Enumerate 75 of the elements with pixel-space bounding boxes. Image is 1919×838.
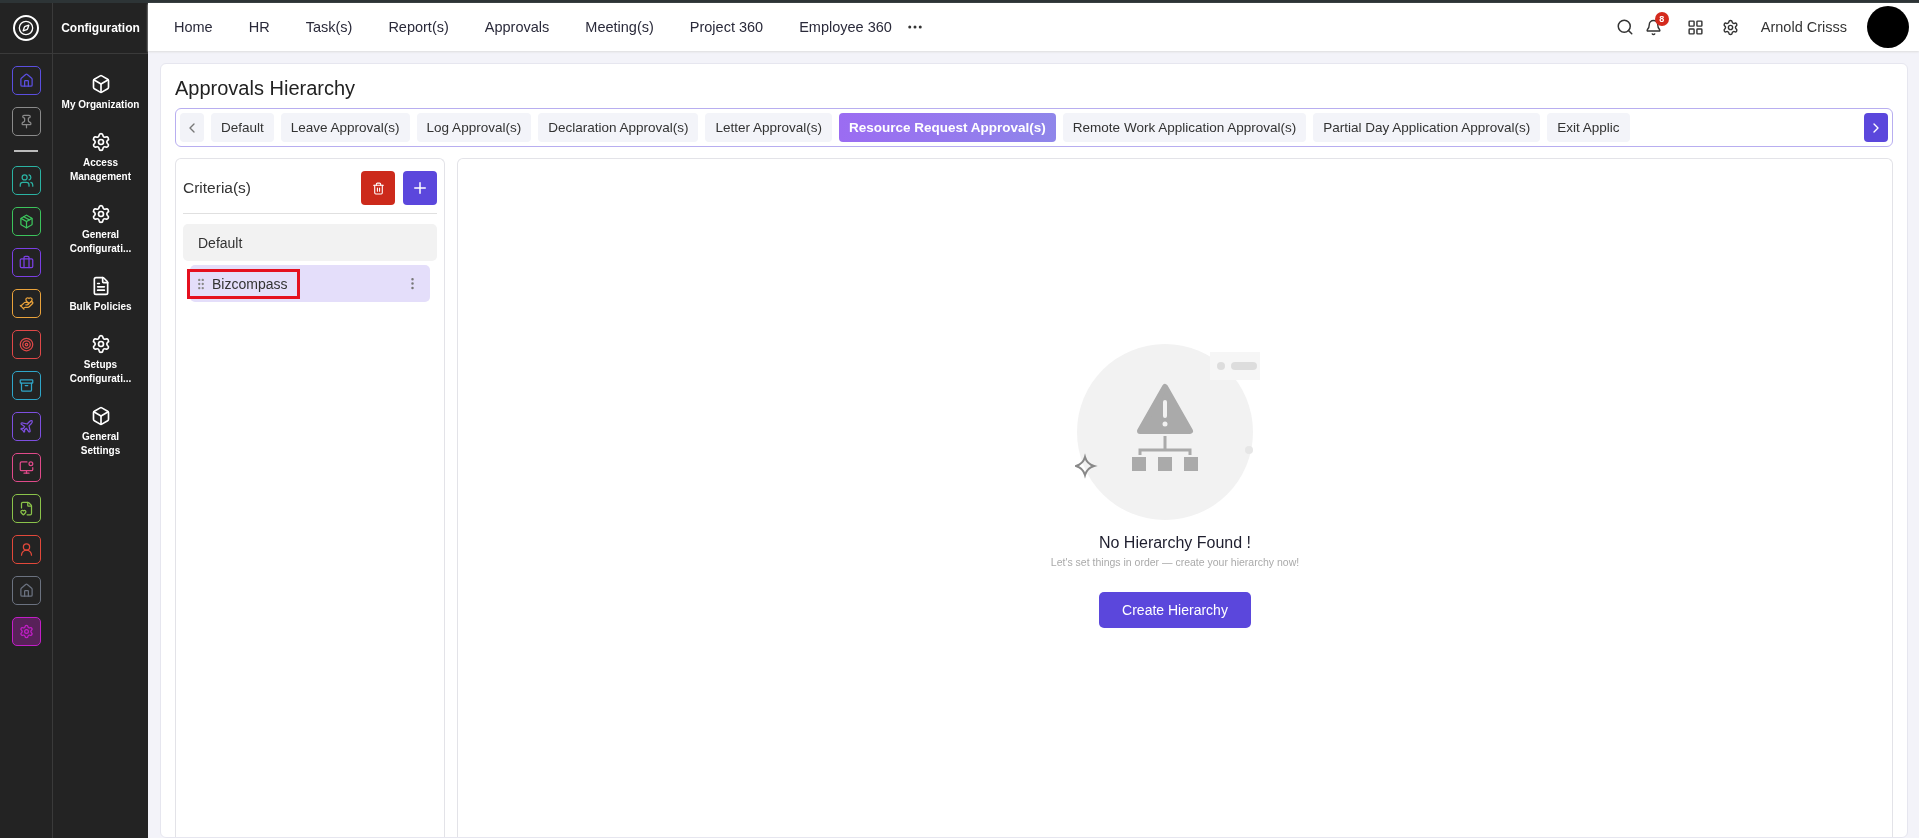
- rail-button[interactable]: [11, 206, 41, 236]
- box-icon[interactable]: [90, 406, 111, 426]
- hand-heart-icon: [18, 295, 34, 311]
- target-icon: [18, 336, 34, 352]
- sidebar-item[interactable]: General Configurati...: [61, 228, 140, 256]
- sidebar-item[interactable]: Bulk Policies: [61, 300, 140, 314]
- page-title: Approvals Hierarchy: [175, 77, 357, 100]
- criteria-item[interactable]: Bizcompass: [190, 265, 430, 302]
- rail-button[interactable]: [11, 165, 41, 195]
- add-button[interactable]: [403, 171, 437, 205]
- nav-link[interactable]: Meeting(s): [585, 19, 654, 35]
- sidebar-item[interactable]: General Settings: [61, 430, 140, 458]
- rail-button[interactable]: [11, 534, 41, 564]
- tab[interactable]: Default: [211, 113, 274, 142]
- sidebar-item[interactable]: Access Management: [61, 156, 140, 184]
- apps-button[interactable]: [1686, 18, 1704, 36]
- compass-logo: [13, 15, 39, 41]
- delete-button[interactable]: [361, 171, 395, 205]
- scroll-right-button[interactable]: [1864, 113, 1888, 142]
- plane-icon: [18, 418, 34, 434]
- rail-button[interactable]: [11, 329, 41, 359]
- tab[interactable]: Letter Approval(s): [705, 113, 833, 142]
- criteria-title: Criteria(s): [183, 179, 253, 197]
- gear-icon: [18, 623, 34, 639]
- package-icon: [18, 213, 34, 229]
- rail-button[interactable]: [11, 288, 41, 318]
- criteria-label: Default: [198, 234, 244, 251]
- nav-link[interactable]: Report(s): [388, 19, 449, 35]
- trash-icon: [371, 181, 385, 195]
- tab[interactable]: Declaration Approval(s): [538, 113, 699, 142]
- sidebar-item[interactable]: Setups Configurati...: [61, 358, 140, 386]
- tab[interactable]: Partial Day Application Approval(s): [1313, 113, 1541, 142]
- gear-icon[interactable]: [90, 132, 111, 152]
- rail-button[interactable]: [11, 452, 41, 482]
- gear-icon[interactable]: [90, 204, 111, 224]
- criteria-label: Bizcompass: [212, 275, 288, 292]
- tab[interactable]: Remote Work Application Approval(s): [1062, 113, 1307, 142]
- rail-button[interactable]: [11, 107, 41, 136]
- nav-link[interactable]: Task(s): [305, 19, 353, 35]
- briefcase-icon: [18, 254, 34, 270]
- user-icon: [18, 541, 34, 557]
- house-icon: [18, 582, 34, 598]
- nav-link[interactable]: Home: [174, 19, 213, 35]
- monitor-icon: [18, 459, 34, 475]
- nav-link[interactable]: Employee 360: [799, 19, 892, 35]
- rail-button[interactable]: [11, 370, 41, 400]
- tab[interactable]: Log Approval(s): [416, 113, 532, 142]
- rail-button[interactable]: [11, 493, 41, 523]
- sidebar-item[interactable]: My Organization: [61, 98, 140, 112]
- archive-icon: [18, 377, 34, 393]
- pin-icon: [18, 114, 34, 129]
- empty-subtitle: Let's set things in order — create your hierarchy now!: [1050, 556, 1300, 568]
- people-icon: [18, 172, 34, 188]
- notifications-button[interactable]: 8: [1644, 11, 1669, 36]
- tab[interactable]: Leave Approval(s): [280, 113, 410, 142]
- notification-badge: 8: [1654, 11, 1669, 26]
- nav-link[interactable]: Project 360: [689, 19, 764, 35]
- file-icon: [18, 500, 34, 516]
- plus-icon: [411, 179, 429, 197]
- tab[interactable]: Exit Applic: [1547, 113, 1630, 142]
- nav-link[interactable]: Approvals: [484, 19, 550, 35]
- empty-title: No Hierarchy Found !: [1098, 534, 1252, 552]
- gear-icon[interactable]: [90, 334, 111, 354]
- create-hierarchy-button[interactable]: Create Hierarchy: [1099, 592, 1251, 628]
- settings-button[interactable]: [1721, 18, 1739, 36]
- rail-button[interactable]: [11, 616, 41, 646]
- criteria-item[interactable]: Default: [183, 224, 437, 261]
- search-button[interactable]: [1615, 18, 1634, 36]
- box-icon[interactable]: [90, 74, 111, 94]
- rail-button[interactable]: [11, 411, 41, 441]
- rail-button[interactable]: [11, 575, 41, 605]
- user-name[interactable]: Arnold Crisss: [1760, 19, 1847, 35]
- house-icon: [18, 73, 34, 88]
- avatar[interactable]: [1867, 6, 1909, 48]
- nav-link[interactable]: HR: [248, 19, 270, 35]
